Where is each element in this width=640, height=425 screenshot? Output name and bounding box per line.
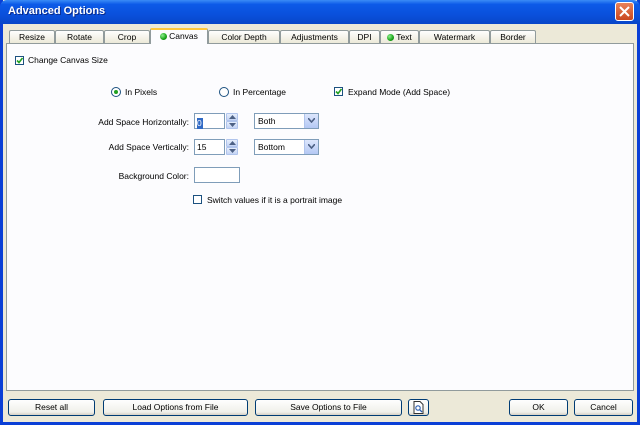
vertical-spinner[interactable] [226, 139, 238, 155]
tab-text[interactable]: Text [380, 30, 419, 43]
chevron-down-icon [229, 149, 236, 153]
select-value: Both [258, 116, 276, 126]
background-color-input[interactable] [194, 167, 240, 183]
add-space-vertically-label: Add Space Vertically: [108, 142, 189, 152]
spin-up-button[interactable] [226, 139, 238, 147]
chevron-up-icon [229, 141, 236, 145]
input-value: 15 [197, 142, 207, 152]
tab-border[interactable]: Border [490, 30, 536, 43]
change-canvas-size-label: Change Canvas Size [28, 55, 108, 65]
tab-label: DPI [357, 32, 372, 42]
green-dot-icon [160, 33, 168, 40]
tab-resize[interactable]: Resize [9, 30, 55, 43]
dropdown-button[interactable] [304, 140, 318, 154]
change-canvas-size-checkbox[interactable] [15, 56, 24, 65]
add-space-horizontally-input[interactable]: 0 [194, 113, 225, 129]
canvas-panel: Change Canvas Size In Pixels In Percenta… [6, 43, 634, 391]
expand-mode-label: Expand Mode (Add Space) [348, 87, 451, 97]
tab-label: Border [500, 32, 526, 42]
select-value: Bottom [258, 142, 285, 152]
in-percentage-label: In Percentage [233, 87, 286, 97]
tab-canvas[interactable]: Canvas [150, 28, 208, 44]
button-label: Reset all [34, 402, 69, 412]
add-space-vertically-input[interactable]: 15 [194, 139, 225, 155]
in-pixels-label: In Pixels [125, 87, 158, 97]
advanced-options-dialog: Advanced Options Resize Rotate Crop Canv… [0, 0, 640, 425]
in-pixels-radio[interactable] [111, 87, 121, 97]
tab-label: Adjustments [291, 32, 338, 42]
load-options-button[interactable]: Load Options from File [103, 399, 248, 416]
tab-crop[interactable]: Crop [104, 30, 150, 43]
tab-label: Resize [19, 32, 45, 42]
in-percentage-radio[interactable] [219, 87, 229, 97]
checkmark-icon [335, 88, 342, 95]
switch-portrait-label: Switch values if it is a portrait image [207, 195, 343, 205]
tab-label: Watermark [433, 32, 476, 42]
tab-label: Text [396, 32, 412, 42]
tab-dpi[interactable]: DPI [349, 30, 380, 43]
chevron-down-icon [308, 144, 315, 149]
tab-color-depth[interactable]: Color Depth [208, 30, 280, 43]
horizontal-position-select[interactable]: Both [254, 113, 319, 129]
switch-portrait-checkbox[interactable] [193, 195, 202, 204]
button-label: OK [532, 402, 545, 412]
tab-label: Canvas [169, 31, 198, 41]
tab-label: Crop [117, 32, 137, 42]
button-label: Load Options from File [132, 402, 219, 412]
reset-all-button[interactable]: Reset all [8, 399, 95, 416]
green-dot-icon [387, 34, 395, 41]
spin-down-button[interactable] [226, 121, 238, 129]
button-label: Save Options to File [290, 402, 367, 412]
selected-text: 0 [197, 118, 203, 129]
document-search-icon [413, 401, 423, 414]
window-title: Advanced Options [8, 5, 106, 17]
vertical-position-select[interactable]: Bottom [254, 139, 319, 155]
tab-rotate[interactable]: Rotate [55, 30, 104, 43]
title-bar[interactable]: Advanced Options [0, 0, 640, 24]
button-label: Cancel [590, 402, 617, 412]
spin-up-button[interactable] [226, 113, 238, 121]
add-space-horizontally-label: Add Space Horizontally: [98, 117, 189, 127]
expand-mode-checkbox[interactable] [334, 87, 343, 96]
tab-label: Color Depth [221, 32, 267, 42]
horizontal-spinner[interactable] [226, 113, 238, 129]
ok-button[interactable]: OK [509, 399, 568, 416]
close-button[interactable] [615, 2, 634, 21]
radio-selected-dot [114, 90, 118, 94]
chevron-up-icon [229, 115, 236, 119]
save-options-button[interactable]: Save Options to File [255, 399, 402, 416]
chevron-down-icon [308, 118, 315, 123]
tab-label: Rotate [66, 32, 93, 42]
cancel-button[interactable]: Cancel [574, 399, 633, 416]
tab-adjustments[interactable]: Adjustments [280, 30, 349, 43]
close-icon [619, 6, 630, 17]
chevron-down-icon [229, 123, 236, 127]
tab-watermark[interactable]: Watermark [419, 30, 490, 43]
spin-down-button[interactable] [226, 147, 238, 155]
checkmark-icon [16, 57, 23, 64]
dropdown-button[interactable] [304, 114, 318, 128]
preview-options-button[interactable] [408, 399, 429, 416]
background-color-label: Background Color: [118, 171, 189, 181]
